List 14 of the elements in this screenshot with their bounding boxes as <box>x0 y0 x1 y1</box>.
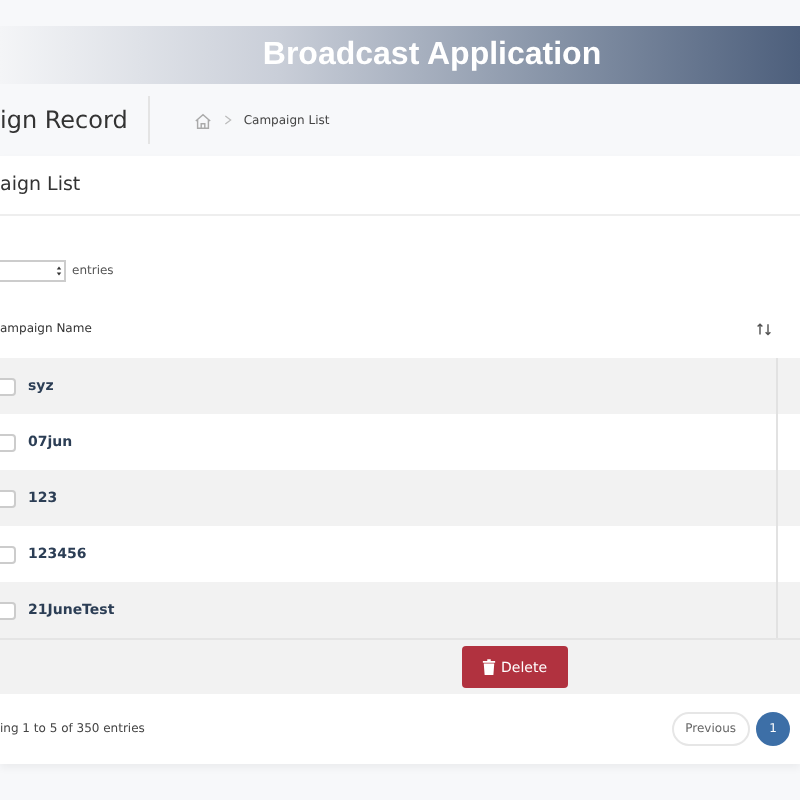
app-title: Broadcast Application <box>262 37 602 73</box>
caret-icon <box>56 263 62 277</box>
row-checkbox[interactable] <box>0 433 16 451</box>
entries-select[interactable] <box>0 259 66 281</box>
row-checkbox[interactable] <box>0 377 16 395</box>
chevron-icon <box>223 114 232 126</box>
page-title: ign Record <box>0 96 150 144</box>
home-icon[interactable] <box>193 111 212 129</box>
sort-icon[interactable] <box>756 322 772 336</box>
trash-icon <box>481 658 495 676</box>
row-checkbox[interactable] <box>0 489 16 507</box>
row-checkbox[interactable] <box>0 545 16 563</box>
card-title: aign List <box>0 156 800 216</box>
row-checkbox[interactable] <box>0 601 16 619</box>
